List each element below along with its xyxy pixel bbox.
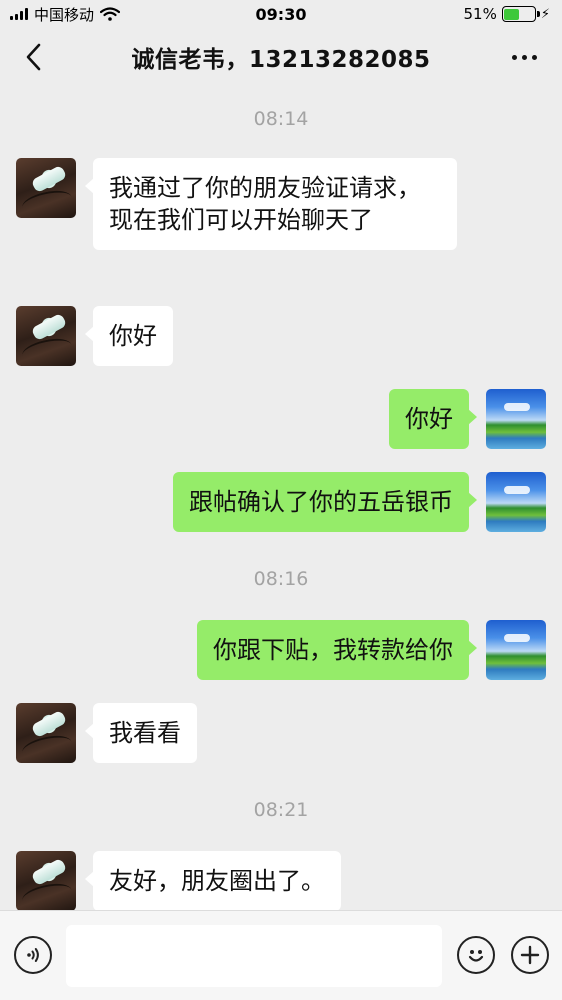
message-bubble-incoming[interactable]: 我看看 [85, 703, 197, 763]
battery-level [504, 8, 520, 20]
charging-bolt-icon: ⚡ [540, 6, 550, 22]
emoji-button[interactable] [457, 936, 495, 974]
emoji-icon [468, 950, 484, 962]
input-bar [0, 910, 562, 1000]
message-bubble-outgoing[interactable]: 你跟下贴，我转款给你 [197, 620, 477, 680]
my-avatar[interactable] [486, 620, 546, 680]
friend-avatar[interactable] [16, 158, 76, 218]
plus-button[interactable] [511, 936, 549, 974]
battery-percent: 51% [463, 5, 497, 23]
nav-bar: 诚信老韦，13213282085 [0, 28, 562, 86]
voice-icon [27, 948, 39, 962]
chat-title: 诚信老韦，13213282085 [131, 47, 431, 73]
status-right: 51% ⚡ [464, 5, 550, 23]
message-input[interactable] [66, 925, 442, 987]
my-avatar[interactable] [486, 389, 546, 449]
message-bubble-outgoing[interactable]: 你好 [389, 389, 477, 449]
timestamp: 08:21 [253, 799, 309, 821]
timestamp: 08:16 [253, 568, 309, 590]
battery-icon [501, 6, 540, 22]
chevron-left-icon [26, 43, 41, 71]
message-bubble-incoming[interactable]: 我通过了你的朋友验证请求，现在我们可以开始聊天了 [85, 158, 457, 250]
voice-button[interactable] [14, 936, 52, 974]
timestamp: 08:14 [253, 108, 309, 130]
chat-area[interactable]: 08:14 我通过了你的朋友验证请求，现在我们可以开始聊天了 你好 你好 跟帖确… [0, 86, 562, 910]
back-button[interactable] [16, 40, 50, 74]
my-avatar[interactable] [486, 472, 546, 532]
friend-avatar[interactable] [16, 703, 76, 763]
more-dots-icon [511, 54, 517, 60]
message-bubble-incoming[interactable]: 友好，朋友圈出了。 [85, 851, 341, 910]
message-bubble-incoming[interactable]: 你好 [85, 306, 173, 366]
friend-avatar[interactable] [16, 851, 76, 910]
plus-icon [520, 945, 540, 965]
status-bar: 中国移动 09:30 51% ⚡ [0, 0, 562, 28]
friend-avatar[interactable] [16, 306, 76, 366]
more-button[interactable] [504, 42, 544, 72]
message-bubble-outgoing[interactable]: 跟帖确认了你的五岳银币 [173, 472, 477, 532]
